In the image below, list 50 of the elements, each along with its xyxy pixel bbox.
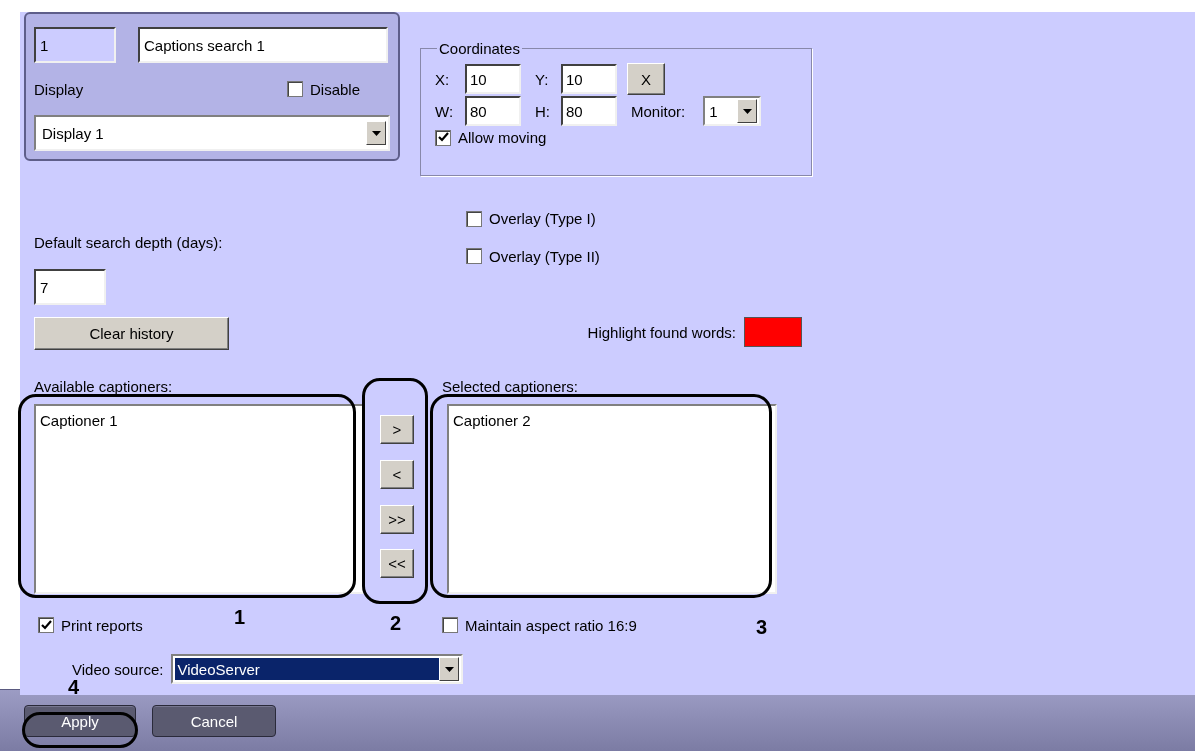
w-label: W: xyxy=(435,102,454,120)
monitor-label: Monitor: xyxy=(631,102,686,120)
apply-button[interactable]: Apply xyxy=(24,705,136,737)
callout-number: 1 xyxy=(234,606,246,629)
available-label: Available captioners: xyxy=(34,377,173,395)
allow-moving-checkbox[interactable]: Allow moving xyxy=(435,129,547,146)
transfer-button[interactable]: < xyxy=(380,460,414,489)
disable-checkbox[interactable]: Disable xyxy=(286,80,360,98)
number-field[interactable]: 1 xyxy=(34,27,116,63)
transfer-button[interactable]: >> xyxy=(380,505,414,534)
h-field[interactable]: 80 xyxy=(561,96,617,126)
search-depth-field[interactable]: 7 xyxy=(34,269,106,305)
group-title: Coordinates xyxy=(438,40,521,57)
overlay-checkbox[interactable]: Overlay (Type I) xyxy=(466,210,596,227)
highlight-label: Highlight found words: xyxy=(587,323,736,341)
aspect-ratio-checkbox[interactable]: Maintain aspect ratio 16:9 xyxy=(442,616,637,634)
name-field[interactable]: Captions search 1 xyxy=(138,27,388,63)
highlight-color-swatch[interactable] xyxy=(744,317,802,347)
monitor-dropdown[interactable]: 1 xyxy=(703,96,762,126)
dropdown-value: Display 1 xyxy=(42,124,104,142)
list-item[interactable]: Captioner 1 xyxy=(40,412,358,429)
y-field[interactable]: 10 xyxy=(561,64,617,94)
h-label: H: xyxy=(535,102,550,120)
callout-number: 4 xyxy=(68,676,80,699)
x-label: X: xyxy=(435,70,450,88)
search-depth-label: Default search depth (days): xyxy=(34,234,223,251)
check-icon xyxy=(437,132,449,143)
check-icon xyxy=(40,619,52,631)
clear-history-button[interactable]: Clear history xyxy=(34,317,229,350)
callout-number: 2 xyxy=(390,612,402,635)
video-source-label: Video source: xyxy=(72,660,164,678)
list-item[interactable]: Captioner 2 xyxy=(453,412,771,429)
print-reports-checkbox[interactable]: Print reports xyxy=(38,616,143,634)
callout-number: 3 xyxy=(756,616,768,639)
selected-list[interactable]: Captioner 2 xyxy=(447,404,777,594)
x-field[interactable]: 10 xyxy=(465,64,521,94)
overlay-checkbox[interactable]: Overlay (Type II) xyxy=(466,247,600,265)
available-list[interactable]: Captioner 1 xyxy=(34,404,364,594)
selected-label: Selected captioners: xyxy=(442,377,578,395)
transfer-button[interactable]: > xyxy=(380,415,414,444)
transfer-button[interactable]: << xyxy=(380,549,414,578)
w-field[interactable]: 80 xyxy=(465,96,521,126)
y-label: Y: xyxy=(535,70,549,88)
cancel-button[interactable]: Cancel xyxy=(152,705,276,737)
dropdown-value: VideoServer xyxy=(175,658,440,680)
display-label: Display xyxy=(34,80,84,98)
dropdown-value: 1 xyxy=(709,102,718,120)
reset-button[interactable]: X xyxy=(627,63,665,95)
display-dropdown[interactable]: Display 1 xyxy=(34,115,390,151)
video-source-dropdown[interactable]: VideoServer xyxy=(171,654,464,684)
